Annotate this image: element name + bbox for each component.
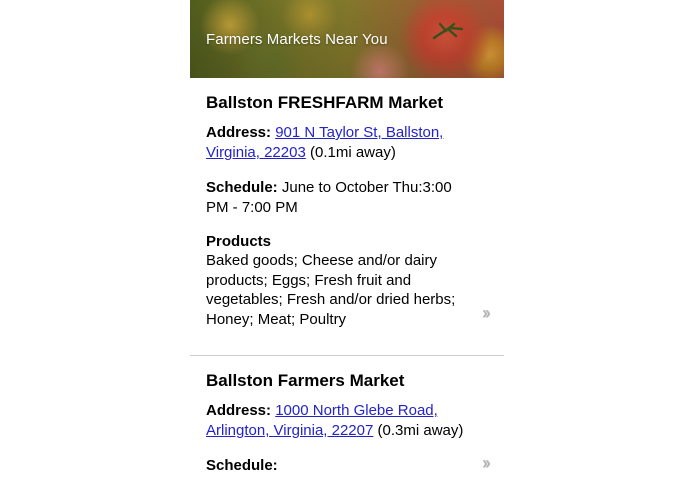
address-link-line1: 1000 North Glebe Road, [275,402,438,419]
products-text: Baked goods; Cheese and/or dairy product… [206,252,456,328]
app-screen: Farmers Markets Near You Ballston FRESHF… [190,0,504,494]
address-link-line2: Virginia, 22203 [206,144,306,161]
page-title: Farmers Markets Near You [206,31,388,48]
distance-text: (0.3mi away) [377,422,464,439]
header-banner: Farmers Markets Near You [190,0,504,78]
double-chevron-right-icon[interactable]: ›› [482,454,491,472]
market-card[interactable]: Ballston FRESHFARM Market Address: 901 N… [190,92,504,356]
address-link-line1: 901 N Taylor St, Ballston, [275,124,444,141]
market-address: Address: 1000 North Glebe Road, Arlington… [206,401,474,441]
products-label: Products [206,233,272,250]
distance-text: (0.1mi away) [309,144,396,161]
double-chevron-right-icon[interactable]: ›› [482,304,491,322]
market-address: Address: 901 N Taylor St, Ballston, Virgi… [206,123,474,163]
market-name: Ballston Farmers Market [206,371,405,390]
address-label: Address: [206,124,272,141]
schedule-label: Schedule: [206,179,278,196]
market-list[interactable]: Ballston FRESHFARM Market Address: 901 N… [190,78,504,476]
address-link-line2: Arlington, Virginia, 22207 [206,422,374,439]
market-name: Ballston FRESHFARM Market [206,93,444,112]
market-schedule: Schedule: [206,456,474,476]
market-schedule: Schedule: June to October Thu:3:00 PM - … [206,178,474,218]
address-label: Address: [206,402,272,419]
schedule-label: Schedule: [206,457,278,474]
market-card[interactable]: Ballston Farmers Market Address: 1000 No… [190,356,504,476]
